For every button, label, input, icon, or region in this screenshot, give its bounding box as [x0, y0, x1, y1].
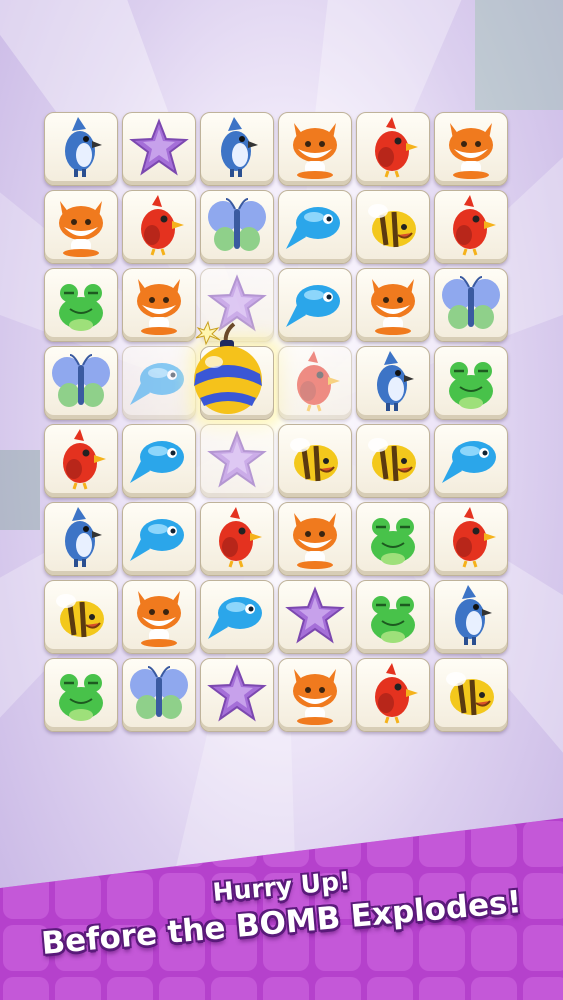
blue-fish-icon	[286, 207, 340, 249]
blue-fish-icon	[130, 363, 184, 405]
butterfly-icon	[52, 354, 110, 407]
tile-bird[interactable]	[122, 190, 196, 264]
fox-icon	[137, 591, 181, 647]
blue-fish-icon	[442, 441, 496, 483]
purple-star-icon	[207, 430, 267, 488]
red-bird-icon	[453, 507, 496, 568]
fox-icon	[293, 123, 337, 179]
purple-star-icon	[207, 664, 267, 722]
blue-jay-icon	[221, 117, 258, 177]
blue-jay-icon	[65, 117, 102, 177]
red-bird-icon	[141, 195, 184, 256]
tile-fish[interactable]	[122, 346, 196, 420]
bomb-icon	[194, 320, 262, 414]
frog-icon	[449, 362, 493, 409]
butterfly-icon	[442, 276, 500, 329]
red-bird-icon	[63, 429, 106, 490]
tile-bird[interactable]	[434, 502, 508, 576]
butterfly-icon	[208, 198, 266, 251]
red-bird-icon	[297, 351, 340, 412]
tile-fish[interactable]	[122, 502, 196, 576]
fox-icon	[293, 513, 337, 569]
tile-fox[interactable]	[278, 112, 352, 186]
frog-icon	[371, 518, 415, 565]
frog-icon	[59, 284, 103, 331]
tile-fox[interactable]	[434, 112, 508, 186]
frog-icon	[59, 674, 103, 721]
blue-jay-icon	[455, 585, 492, 645]
tile-star[interactable]	[122, 112, 196, 186]
tile-fish[interactable]	[434, 424, 508, 498]
tile-bee[interactable]	[356, 424, 430, 498]
bee-icon	[290, 438, 338, 482]
tile-bird[interactable]	[200, 502, 274, 576]
blue-fish-icon	[286, 285, 340, 327]
tile-bird[interactable]	[356, 658, 430, 732]
tile-jay[interactable]	[434, 580, 508, 654]
frog-icon	[371, 596, 415, 643]
tile-jay[interactable]	[200, 112, 274, 186]
tile-butterfly[interactable]	[122, 658, 196, 732]
fox-icon	[449, 123, 493, 179]
fox-icon	[293, 669, 337, 725]
tile-butterfly[interactable]	[200, 190, 274, 264]
tile-fox[interactable]	[278, 502, 352, 576]
butterfly-icon	[130, 666, 188, 719]
game-board	[44, 112, 512, 736]
tile-fish[interactable]	[278, 190, 352, 264]
tile-frog[interactable]	[44, 268, 118, 342]
tile-star[interactable]	[200, 658, 274, 732]
red-bird-icon	[375, 663, 418, 724]
fox-icon	[371, 279, 415, 335]
red-bird-icon	[219, 507, 262, 568]
tile-bee[interactable]	[44, 580, 118, 654]
tile-fox[interactable]	[356, 268, 430, 342]
tile-bee[interactable]	[278, 424, 352, 498]
red-bird-icon	[453, 195, 496, 256]
tile-fox[interactable]	[278, 658, 352, 732]
tile-bee[interactable]	[434, 658, 508, 732]
blue-fish-icon	[130, 519, 184, 561]
blue-jay-icon	[65, 507, 102, 567]
tile-frog[interactable]	[356, 580, 430, 654]
fox-icon	[137, 279, 181, 335]
tile-frog[interactable]	[44, 658, 118, 732]
tile-fish[interactable]	[278, 268, 352, 342]
purple-star-icon	[129, 118, 189, 176]
bee-icon	[368, 438, 416, 482]
tile-frog[interactable]	[434, 346, 508, 420]
tile-fish[interactable]	[200, 580, 274, 654]
blue-fish-icon	[208, 597, 262, 639]
tile-bird[interactable]	[356, 112, 430, 186]
bee-icon	[368, 204, 416, 248]
tile-frog[interactable]	[356, 502, 430, 576]
tile-star[interactable]	[200, 424, 274, 498]
tile-star[interactable]	[278, 580, 352, 654]
tile-fish[interactable]	[122, 424, 196, 498]
blue-fish-icon	[130, 441, 184, 483]
fox-icon	[59, 201, 103, 257]
tile-jay[interactable]	[44, 112, 118, 186]
tile-fox[interactable]	[122, 580, 196, 654]
tile-jay[interactable]	[356, 346, 430, 420]
tile-fox[interactable]	[122, 268, 196, 342]
purple-star-icon	[285, 586, 345, 644]
bee-icon	[56, 594, 104, 638]
red-bird-icon	[375, 117, 418, 178]
tile-jay[interactable]	[44, 502, 118, 576]
tile-bird[interactable]	[44, 424, 118, 498]
tile-butterfly[interactable]	[44, 346, 118, 420]
tile-bird[interactable]	[278, 346, 352, 420]
tile-butterfly[interactable]	[434, 268, 508, 342]
tile-fox[interactable]	[44, 190, 118, 264]
tile-bee[interactable]	[356, 190, 430, 264]
bee-icon	[446, 672, 494, 716]
tile-bird[interactable]	[434, 190, 508, 264]
blue-jay-icon	[377, 351, 414, 411]
